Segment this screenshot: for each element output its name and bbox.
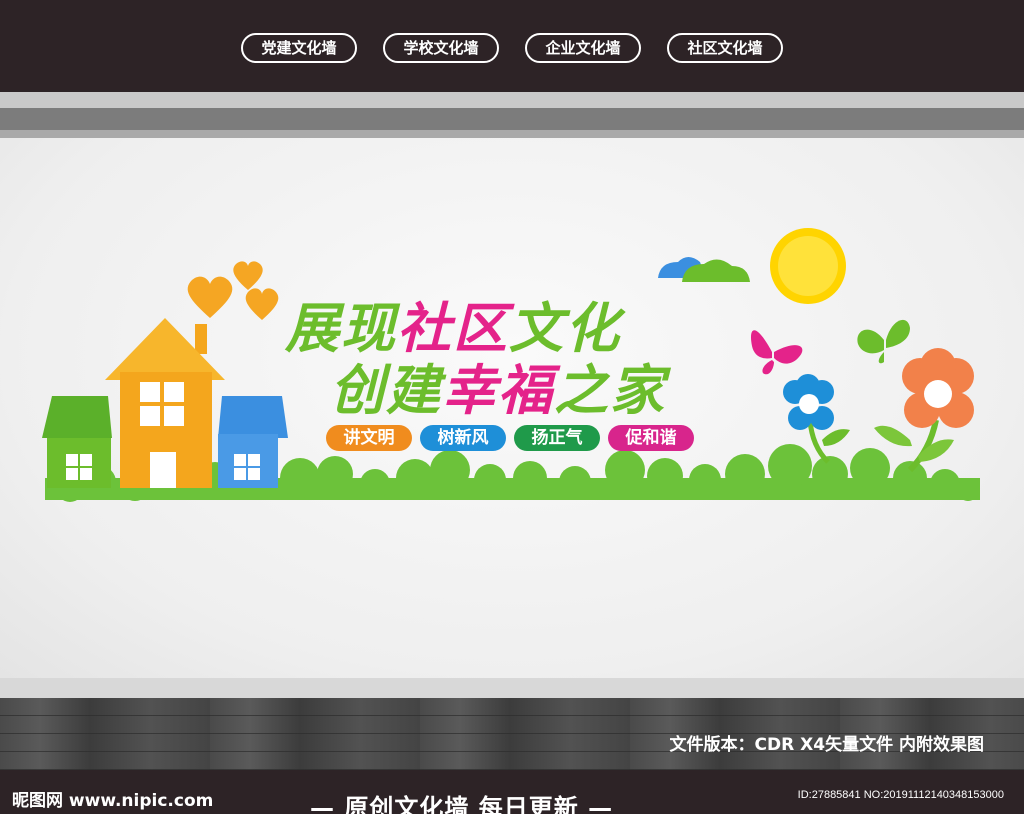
orange-flower-icon <box>874 348 974 473</box>
title-line-2-part-2: 幸福 <box>442 359 554 422</box>
hearts-icon <box>187 261 279 320</box>
pink-butterfly-icon <box>750 330 803 375</box>
sun-icon <box>770 228 846 304</box>
clouds-icon <box>658 257 750 282</box>
tag-civility: 讲文明 <box>326 425 412 451</box>
title-line-2: 创建幸福之家 <box>330 346 666 425</box>
green-butterfly-icon <box>857 319 910 364</box>
blue-house-icon <box>218 396 288 488</box>
tag-harmony: 促和谐 <box>608 425 694 451</box>
slogan-text: — 原创文化墙 每日更新 — <box>310 794 614 814</box>
title-line-2-part-1: 创建 <box>330 359 442 422</box>
green-house-icon <box>42 396 112 488</box>
file-version-text: 文件版本：CDR X4矢量文件 内附效果图 <box>669 735 984 755</box>
image-id-text: ID:27885841 NO:20191112140348153000 <box>797 789 1004 801</box>
tag-righteousness: 扬正气 <box>514 425 600 451</box>
orange-house-icon <box>105 318 225 488</box>
brand-watermark: 昵图网 www.nipic.com <box>12 791 214 811</box>
title-line-2-part-3: 之家 <box>554 359 666 422</box>
tag-new-trend: 树新风 <box>420 425 506 451</box>
